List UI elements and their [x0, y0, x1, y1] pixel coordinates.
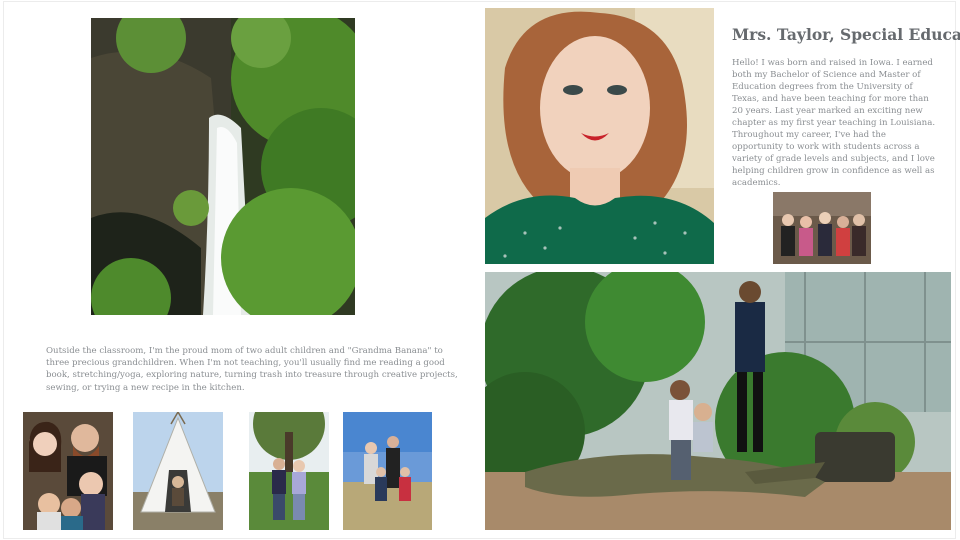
page-title: Mrs. Taylor, Special Education — [732, 25, 960, 45]
alligator-garden-photo — [485, 272, 951, 530]
bio-paragraph: Hello! I was born and raised in Iowa. I … — [732, 58, 936, 188]
teepee-photo — [133, 412, 223, 530]
park-couple-photo — [249, 412, 329, 530]
portrait-photo — [485, 8, 714, 264]
family-selfie-photo — [23, 412, 113, 530]
personal-paragraph: Outside the classroom, I'm the proud mom… — [46, 346, 458, 393]
field-family-photo — [343, 412, 432, 530]
family-photo — [773, 192, 871, 264]
waterfall-photo — [91, 18, 355, 315]
